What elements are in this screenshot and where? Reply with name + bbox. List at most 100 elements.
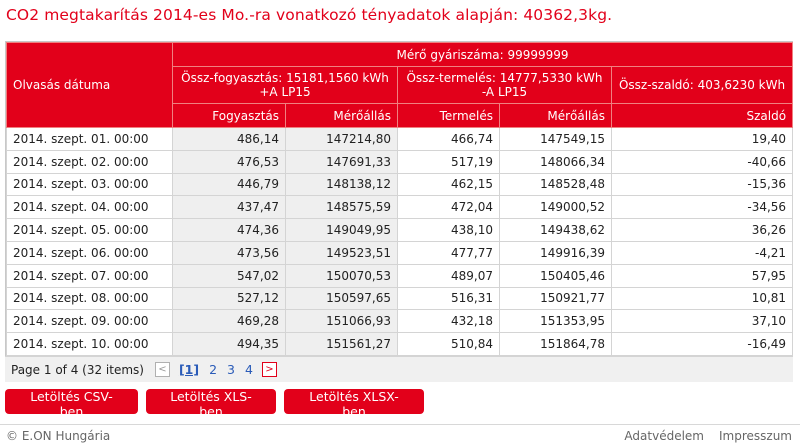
cell-meter-production: 148066,34 xyxy=(499,149,612,174)
cell-meter-consumption: 147691,33 xyxy=(285,149,398,174)
table-row[interactable]: 2014. szept. 10. 00:00 494,35 151561,27 510… xyxy=(6,332,794,356)
cell-date: 2014. szept. 10. 00:00 xyxy=(6,332,173,356)
column-header-meter-consumption[interactable]: Mérőállás xyxy=(285,103,398,128)
download-xls-button[interactable]: Letöltés XLS-ben xyxy=(146,389,276,419)
table-row[interactable]: 2014. szept. 03. 00:00 446,79 148138,12 462… xyxy=(6,172,794,197)
next-page-button[interactable]: > xyxy=(261,362,277,377)
table-row[interactable]: 2014. szept. 06. 00:00 473,56 149523,51 477… xyxy=(6,240,794,265)
cell-consumption: 473,56 xyxy=(172,240,286,265)
cell-meter-consumption: 150070,53 xyxy=(285,263,398,288)
cell-date: 2014. szept. 03. 00:00 xyxy=(6,172,173,197)
cell-meter-consumption: 151066,93 xyxy=(285,309,398,334)
cell-meter-production: 149438,62 xyxy=(499,218,612,242)
download-buttons: Letöltés CSV-ben Letöltés XLS-ben Letölt… xyxy=(5,389,424,419)
cell-balance: 57,95 xyxy=(610,263,794,288)
chevron-right-icon: > xyxy=(265,364,274,375)
table-row[interactable]: 2014. szept. 05. 00:00 474,36 149049,95 438… xyxy=(6,218,794,242)
cell-meter-production: 147549,15 xyxy=(499,127,612,151)
column-header-balance[interactable]: Szaldó xyxy=(610,103,794,128)
cell-production: 466,74 xyxy=(397,127,500,151)
group-header-production: Össz-termelés: 14777,5330 kWh -A LP15 xyxy=(397,66,612,104)
pager-info: Page 1 of 4 (32 items) xyxy=(11,362,144,377)
cell-consumption: 437,47 xyxy=(172,195,286,220)
cell-date: 2014. szept. 09. 00:00 xyxy=(6,309,173,334)
cell-production: 516,31 xyxy=(397,286,500,311)
footer-divider xyxy=(0,424,800,425)
cell-consumption: 469,28 xyxy=(172,309,286,334)
cell-balance: -16,49 xyxy=(610,332,794,356)
privacy-link[interactable]: Adatvédelem xyxy=(624,429,704,443)
prev-page-button[interactable]: < xyxy=(154,362,170,377)
cell-balance: -40,66 xyxy=(610,149,794,174)
cell-date: 2014. szept. 02. 00:00 xyxy=(6,149,173,174)
cell-meter-consumption: 149523,51 xyxy=(285,240,398,265)
cell-date: 2014. szept. 07. 00:00 xyxy=(6,263,173,288)
table-row[interactable]: 2014. szept. 04. 00:00 437,47 148575,59 472… xyxy=(6,195,794,220)
cell-balance: -4,21 xyxy=(610,240,794,265)
pager: Page 1 of 4 (32 items) < [1] 2 3 4 > xyxy=(5,356,793,382)
cell-meter-consumption: 148575,59 xyxy=(285,195,398,220)
cell-meter-production: 150405,46 xyxy=(499,263,612,288)
page-link-1[interactable]: [1] xyxy=(179,362,199,377)
cell-meter-consumption: 150597,65 xyxy=(285,286,398,311)
cell-meter-production: 148528,48 xyxy=(499,172,612,197)
group-header-balance: Össz-szaldó: 403,6230 kWh xyxy=(610,66,794,104)
data-grid: Olvasás dátuma Mérő gyáriszáma: 99999999… xyxy=(5,41,794,382)
group-header-consumption: Össz-fogyasztás: 15181,1560 kWh +A LP15 xyxy=(172,66,398,104)
footer-copyright: © E.ON Hungária xyxy=(6,429,111,443)
cell-balance: -15,36 xyxy=(610,172,794,197)
cell-production: 472,04 xyxy=(397,195,500,220)
cell-meter-consumption: 148138,12 xyxy=(285,172,398,197)
cell-production: 489,07 xyxy=(397,263,500,288)
cell-consumption: 486,14 xyxy=(172,127,286,151)
cell-consumption: 494,35 xyxy=(172,332,286,356)
column-header-date[interactable]: Olvasás dátuma xyxy=(6,42,173,128)
cell-date: 2014. szept. 01. 00:00 xyxy=(6,127,173,151)
cell-consumption: 474,36 xyxy=(172,218,286,242)
cell-date: 2014. szept. 04. 00:00 xyxy=(6,195,173,220)
cell-production: 510,84 xyxy=(397,332,500,356)
cell-balance: -34,56 xyxy=(610,195,794,220)
page-title: CO2 megtakarítás 2014-es Mo.-ra vonatkoz… xyxy=(6,6,613,24)
chevron-left-icon: < xyxy=(158,364,167,375)
cell-meter-consumption: 149049,95 xyxy=(285,218,398,242)
cell-production: 477,77 xyxy=(397,240,500,265)
table-row[interactable]: 2014. szept. 09. 00:00 469,28 151066,93 432… xyxy=(6,309,794,334)
column-header-production[interactable]: Termelés xyxy=(397,103,500,128)
meter-serial-header: Mérő gyáriszáma: 99999999 xyxy=(171,42,794,67)
cell-meter-production: 151864,78 xyxy=(499,332,612,356)
cell-meter-production: 151353,95 xyxy=(499,309,612,334)
cell-consumption: 476,53 xyxy=(172,149,286,174)
cell-balance: 10,81 xyxy=(610,286,794,311)
cell-meter-production: 149000,52 xyxy=(499,195,612,220)
cell-date: 2014. szept. 06. 00:00 xyxy=(6,240,173,265)
page-link-3[interactable]: 3 xyxy=(227,362,235,377)
cell-date: 2014. szept. 08. 00:00 xyxy=(6,286,173,311)
cell-consumption: 446,79 xyxy=(172,172,286,197)
cell-production: 432,18 xyxy=(397,309,500,334)
page-link-4[interactable]: 4 xyxy=(245,362,253,377)
cell-meter-production: 149916,39 xyxy=(499,240,612,265)
page-link-2[interactable]: 2 xyxy=(209,362,217,377)
cell-meter-consumption: 147214,80 xyxy=(285,127,398,151)
table-row[interactable]: 2014. szept. 08. 00:00 527,12 150597,65 516… xyxy=(6,286,794,311)
table-row[interactable]: 2014. szept. 01. 00:00 486,14 147214,80 466… xyxy=(6,127,794,151)
download-csv-button[interactable]: Letöltés CSV-ben xyxy=(5,389,138,419)
cell-meter-production: 150921,77 xyxy=(499,286,612,311)
cell-production: 517,19 xyxy=(397,149,500,174)
table-row[interactable]: 2014. szept. 02. 00:00 476,53 147691,33 517… xyxy=(6,149,794,174)
cell-balance: 19,40 xyxy=(610,127,794,151)
cell-consumption: 547,02 xyxy=(172,263,286,288)
table-row[interactable]: 2014. szept. 07. 00:00 547,02 150070,53 489… xyxy=(6,263,794,288)
download-xlsx-button[interactable]: Letöltés XLSX-ben xyxy=(284,389,424,419)
cell-balance: 36,26 xyxy=(610,218,794,242)
cell-consumption: 527,12 xyxy=(172,286,286,311)
cell-meter-consumption: 151561,27 xyxy=(285,332,398,356)
column-header-meter-production[interactable]: Mérőállás xyxy=(499,103,612,128)
cell-balance: 37,10 xyxy=(610,309,794,334)
imprint-link[interactable]: Impresszum xyxy=(719,429,792,443)
column-header-consumption[interactable]: Fogyasztás xyxy=(172,103,286,128)
cell-date: 2014. szept. 05. 00:00 xyxy=(6,218,173,242)
readings-table: Olvasás dátuma Mérő gyáriszáma: 99999999… xyxy=(6,42,794,356)
cell-production: 438,10 xyxy=(397,218,500,242)
